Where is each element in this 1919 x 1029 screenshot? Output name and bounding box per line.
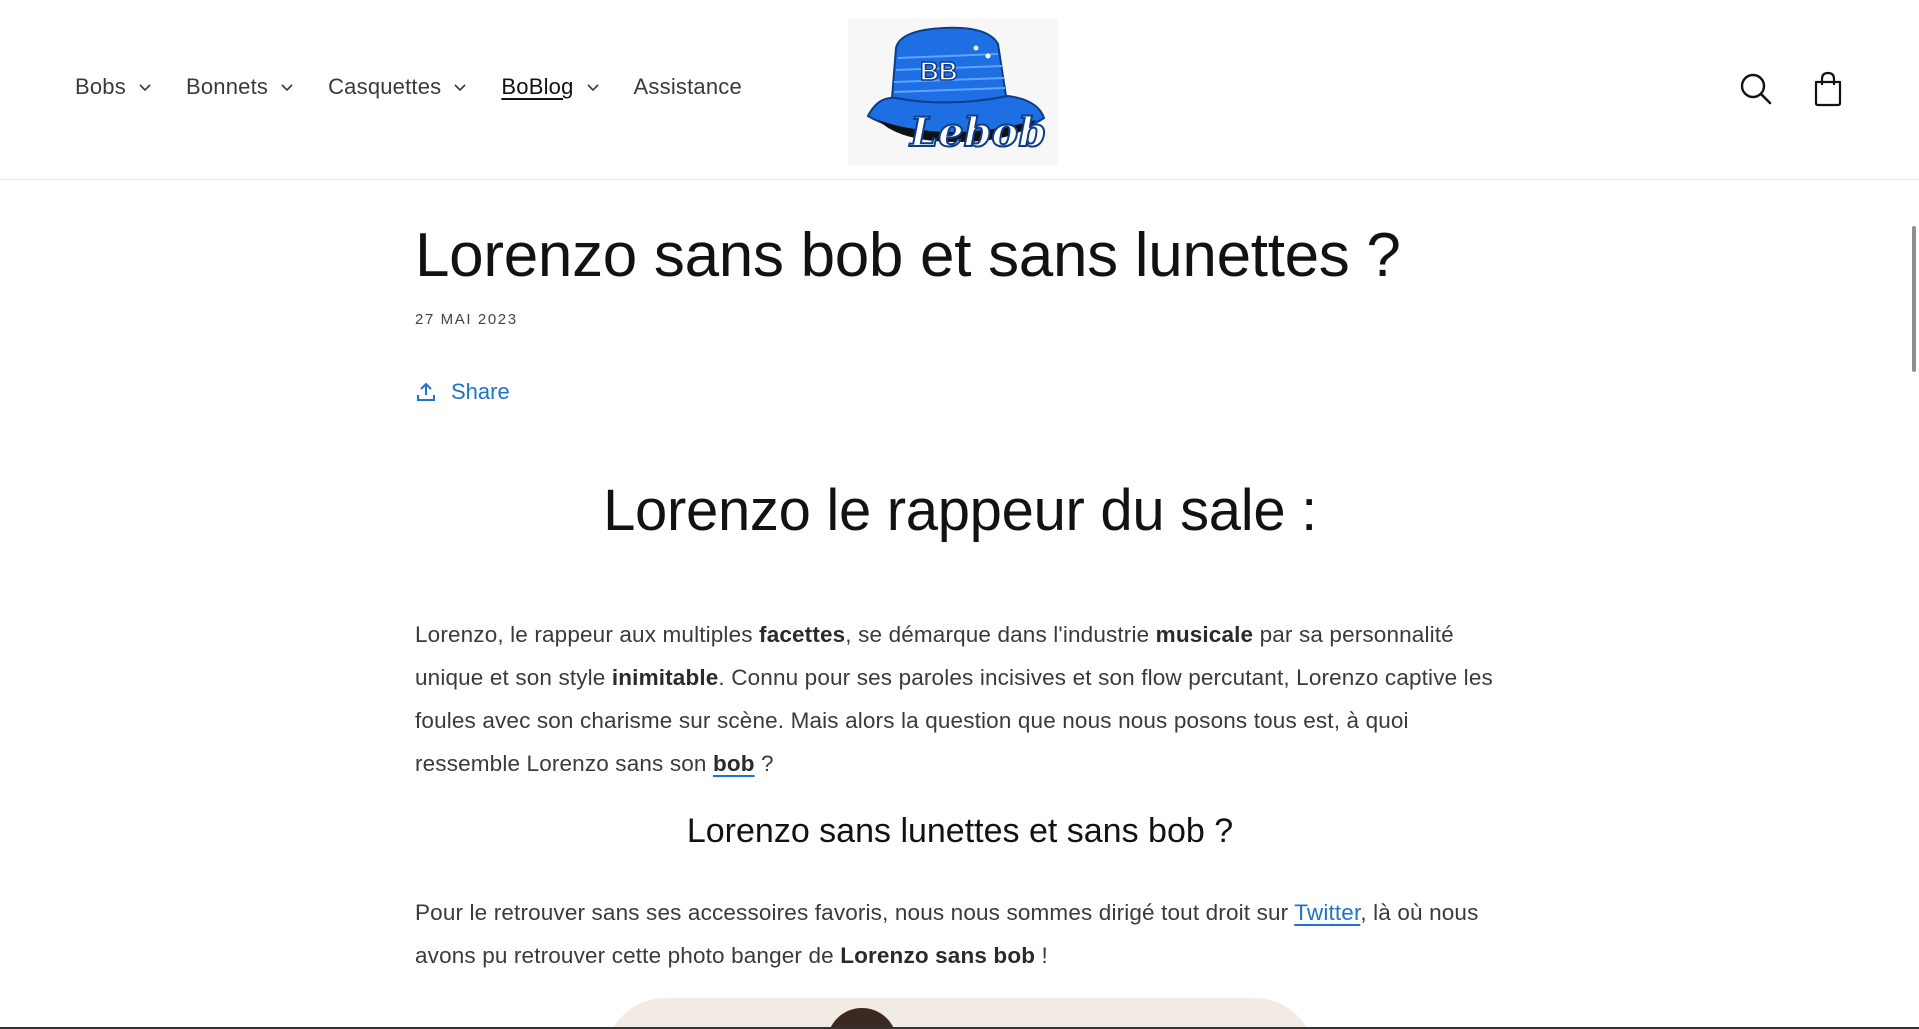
text-segment: ! xyxy=(1035,943,1048,968)
article-title: Lorenzo sans bob et sans lunettes ? xyxy=(415,221,1401,290)
chevron-down-icon xyxy=(281,84,293,92)
bold-text: facettes xyxy=(759,622,846,647)
bob-link: bob xyxy=(713,751,755,776)
nav-item-bobs[interactable]: Bobs xyxy=(75,74,152,100)
share-button[interactable]: Share xyxy=(415,379,510,405)
section-heading: Lorenzo le rappeur du sale : xyxy=(603,478,1317,543)
twitter-link[interactable]: Twitter xyxy=(1294,900,1360,925)
article-photo xyxy=(605,998,1315,1029)
chevron-down-icon xyxy=(139,84,151,92)
text-segment: , se démarque dans l'industrie xyxy=(845,622,1156,647)
article-paragraph-2: Pour le retrouver sans ses accessoires f… xyxy=(415,891,1505,977)
share-icon xyxy=(417,382,435,401)
nav-item-label: BoBlog xyxy=(501,74,574,99)
cart-icon[interactable] xyxy=(1809,70,1847,108)
site-header: Bobs Bonnets Casquettes BoBlog Assistanc… xyxy=(0,0,1919,180)
site-logo[interactable]: BB Lebob xyxy=(848,18,1058,166)
nav-item-label: Bobs xyxy=(75,74,126,99)
nav-item-assistance[interactable]: Assistance xyxy=(634,74,742,100)
bold-text: musicale xyxy=(1155,622,1254,647)
bob-link-label[interactable]: bob xyxy=(713,751,755,776)
chevron-down-icon xyxy=(454,84,466,92)
text-segment: Pour le retrouver sans ses accessoires f… xyxy=(415,900,1295,925)
scrollbar-thumb[interactable] xyxy=(1912,226,1916,372)
nav-item-bonnets[interactable]: Bonnets xyxy=(186,74,294,100)
nav-item-casquettes[interactable]: Casquettes xyxy=(328,74,467,100)
article-date: 27 MAI 2023 xyxy=(415,311,518,328)
bold-text: Lorenzo sans bob xyxy=(840,943,1036,968)
logo-script-text: Lebob xyxy=(909,109,1046,156)
nav-item-label: Casquettes xyxy=(328,74,442,99)
header-icons xyxy=(1737,70,1847,108)
nav-item-boblog[interactable]: BoBlog xyxy=(501,74,599,100)
chevron-down-icon xyxy=(586,84,599,92)
nav-item-label: Assistance xyxy=(633,74,742,99)
text-segment: Lorenzo, le rappeur aux multiples xyxy=(415,622,760,647)
share-label: Share xyxy=(451,379,510,404)
article-paragraph-1: Lorenzo, le rappeur aux multiples facett… xyxy=(415,613,1505,785)
nav-item-label: Bonnets xyxy=(185,74,269,99)
search-icon[interactable] xyxy=(1737,70,1775,108)
bold-text: inimitable xyxy=(611,665,719,690)
logo-bb-text: BB xyxy=(920,56,958,86)
text-segment: ? xyxy=(754,751,774,776)
main-nav: Bobs Bonnets Casquettes BoBlog Assistanc… xyxy=(75,74,776,100)
photo-subject-hair xyxy=(827,1008,897,1029)
sub-heading: Lorenzo sans lunettes et sans bob ? xyxy=(686,812,1234,850)
